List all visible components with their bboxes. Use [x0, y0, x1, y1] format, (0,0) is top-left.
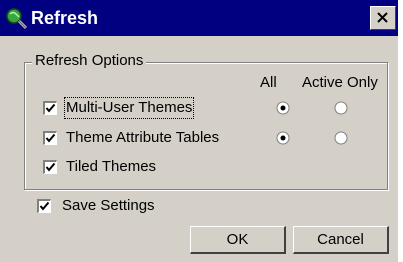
save-settings-row: Save Settings — [0, 196, 398, 218]
theme-attribute-tables-checkbox[interactable] — [43, 131, 57, 145]
multi-user-themes-label[interactable]: Multi-User Themes — [63, 97, 195, 119]
option-row-multi-user-themes: Multi-User Themes — [0, 97, 398, 120]
option-row-tiled-themes: Tiled Themes — [0, 157, 398, 179]
window-title: Refresh — [31, 8, 99, 28]
theme-attribute-tables-radio-active-only[interactable] — [334, 131, 348, 145]
refresh-dialog: Refresh Refresh Options All Active Only … — [0, 0, 398, 262]
tiled-themes-checkbox[interactable] — [43, 160, 57, 174]
theme-attribute-tables-label[interactable]: Theme Attribute Tables — [66, 129, 219, 147]
close-icon — [377, 12, 388, 23]
save-settings-label[interactable]: Save Settings — [62, 197, 155, 215]
multi-user-themes-radio-all[interactable] — [276, 101, 290, 115]
refresh-options-label: Refresh Options — [32, 52, 147, 70]
multi-user-themes-radio-active-only[interactable] — [334, 101, 348, 115]
column-header-all: All — [260, 74, 277, 91]
globe-magnifier-icon — [6, 8, 28, 30]
cancel-button[interactable]: Cancel — [293, 226, 389, 254]
multi-user-themes-checkbox[interactable] — [43, 101, 57, 115]
option-row-theme-attribute-tables: Theme Attribute Tables — [0, 128, 398, 150]
save-settings-checkbox[interactable] — [37, 199, 51, 213]
tiled-themes-label[interactable]: Tiled Themes — [66, 158, 156, 176]
ok-button[interactable]: OK — [190, 226, 286, 254]
column-header-active-only: Active Only — [302, 74, 378, 91]
close-button[interactable] — [370, 6, 396, 30]
theme-attribute-tables-radio-all[interactable] — [276, 131, 290, 145]
title-bar: Refresh — [0, 0, 398, 36]
